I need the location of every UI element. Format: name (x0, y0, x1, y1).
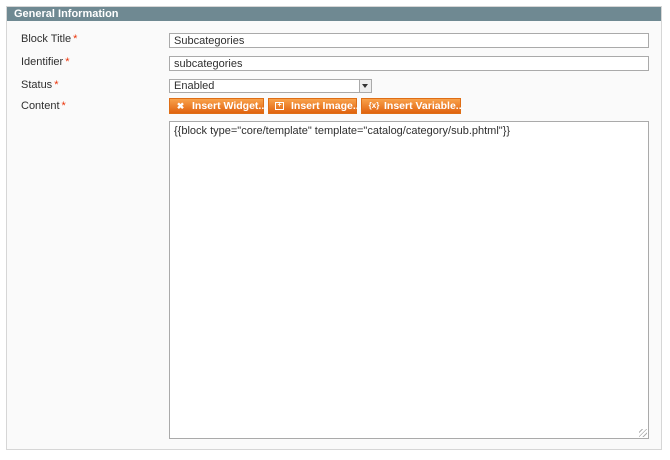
content-textarea[interactable]: {{block type="core/template" template="c… (169, 121, 649, 439)
identifier-label-text: Identifier (21, 56, 64, 68)
status-selected-value: Enabled (174, 80, 215, 92)
insert-variable-label: Insert Variable... (384, 100, 465, 112)
image-icon: + (275, 102, 284, 110)
block-title-label: Block Title * (21, 33, 77, 45)
insert-variable-button[interactable]: {x} Insert Variable... (361, 98, 465, 114)
variable-icon: {x} (368, 101, 380, 110)
insert-image-label: Insert Image... (291, 100, 362, 112)
resize-grip-icon[interactable] (639, 429, 647, 437)
content-text: {{block type="core/template" template="c… (174, 125, 511, 137)
identifier-input[interactable] (169, 56, 649, 71)
required-marker: * (73, 33, 78, 45)
status-label-text: Status (21, 79, 53, 91)
content-label-text: Content (21, 100, 60, 112)
block-title-input[interactable] (169, 33, 649, 48)
general-information-fieldset: General Information Block Title* Identif… (6, 6, 662, 450)
required-marker: * (61, 100, 66, 112)
required-marker: * (54, 79, 59, 91)
insert-widget-button[interactable]: ✖ Insert Widget... (169, 98, 268, 114)
status-select[interactable]: Enabled (169, 79, 372, 93)
chevron-down-icon[interactable] (359, 80, 371, 92)
widget-icon: ✖ (176, 101, 185, 111)
block-title-label-text: Block Title (21, 33, 72, 45)
identifier-label: Identifier * (21, 56, 69, 68)
section-title: General Information (7, 7, 661, 21)
content-label: Content * (21, 100, 66, 112)
status-label: Status * (21, 79, 58, 91)
insert-widget-label: Insert Widget... (192, 100, 268, 112)
required-marker: * (65, 56, 70, 68)
insert-image-button[interactable]: + Insert Image... (268, 98, 362, 114)
